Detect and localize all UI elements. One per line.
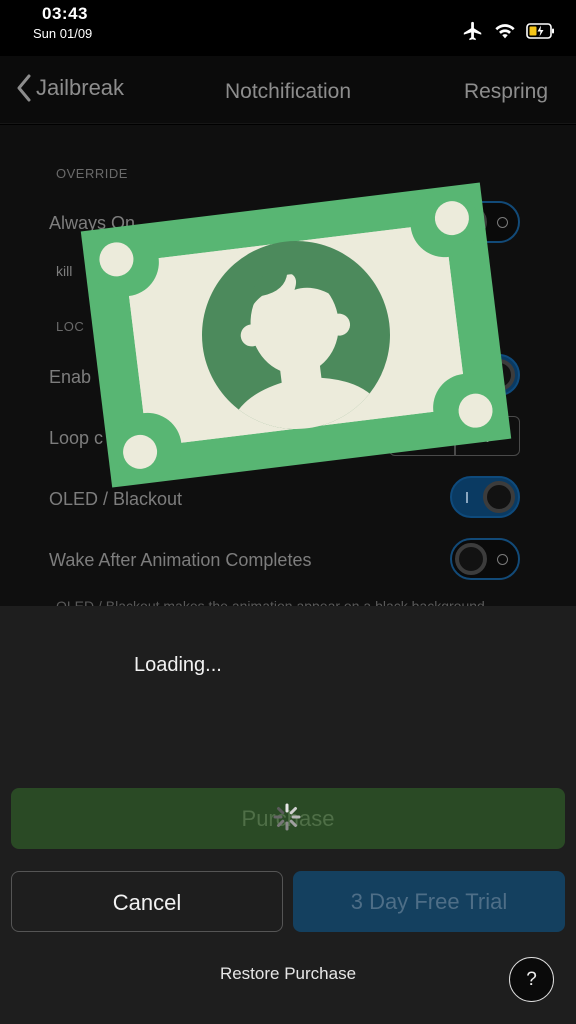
wake-after-animation-toggle[interactable] — [450, 538, 520, 580]
status-bar: 03:43 Sun 01/09 — [0, 0, 576, 56]
toggle-knob — [455, 543, 487, 575]
status-time: 03:43 — [42, 4, 88, 23]
cancel-button[interactable]: Cancel — [11, 871, 283, 932]
cancel-button-label: Cancel — [112, 890, 182, 915]
battery-charging-icon — [526, 22, 556, 45]
section-header-override: OVERRIDE — [56, 166, 128, 181]
free-trial-button-label: 3 Day Free Trial — [350, 889, 508, 914]
toggle-off-indicator — [497, 217, 508, 228]
restore-purchase-link[interactable]: Restore Purchase — [0, 964, 576, 984]
question-mark-icon: ? — [526, 969, 537, 990]
toggle-on-indicator — [466, 492, 468, 503]
loading-text: Loading... — [134, 654, 222, 676]
free-trial-button[interactable]: 3 Day Free Trial — [293, 871, 565, 932]
kill-label: kill — [56, 263, 73, 279]
section-header-lock: LOC — [56, 319, 85, 334]
purchase-sheet: Loading... Purchase Cancel 3 Day Free Tr… — [0, 606, 576, 1024]
loop-label: Loop c — [49, 428, 104, 448]
status-icons — [462, 20, 556, 47]
respring-button[interactable]: Respring — [464, 80, 548, 104]
enable-label: Enab — [49, 367, 92, 387]
wake-after-animation-label: Wake After Animation Completes — [49, 550, 312, 570]
airplane-icon — [462, 20, 484, 47]
toggle-knob — [483, 481, 515, 513]
money-bill-illustration — [80, 182, 512, 488]
toggle-off-indicator — [497, 554, 508, 565]
help-button[interactable]: ? — [509, 957, 554, 1002]
status-date: Sun 01/09 — [33, 26, 93, 41]
oled-blackout-toggle[interactable] — [450, 476, 520, 518]
oled-blackout-label: OLED / Blackout — [49, 489, 183, 509]
money-bill-icon — [90, 189, 502, 481]
wifi-icon — [494, 22, 516, 45]
spinner-icon — [272, 802, 302, 837]
navigation-bar: Jailbreak Notchification Respring — [0, 56, 576, 124]
